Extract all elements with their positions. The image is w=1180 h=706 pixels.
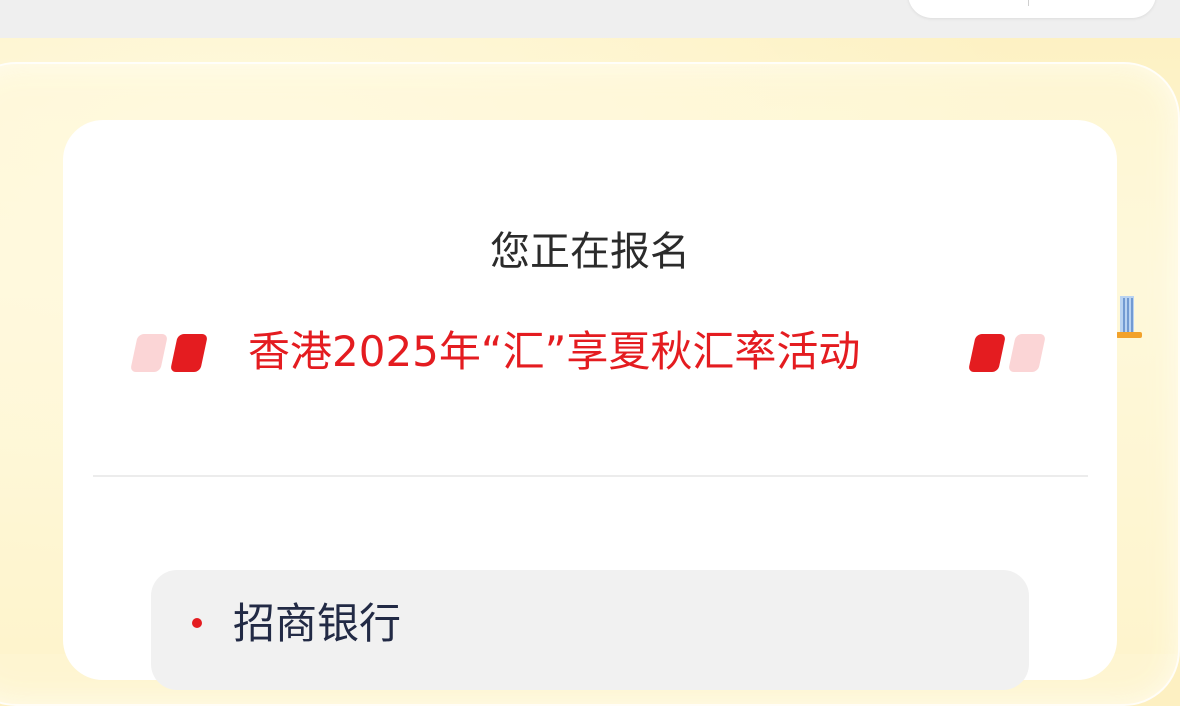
top-bar <box>0 0 1180 38</box>
event-title-row: 香港2025年“汇”享夏秋汇率活动 <box>0 322 1180 382</box>
right-light-stripe-icon <box>1007 334 1047 372</box>
event-title: 香港2025年“汇”享夏秋汇率活动 <box>248 327 861 376</box>
signup-subtitle: 您正在报名 <box>490 229 690 275</box>
section-divider <box>93 475 1088 477</box>
bank-name: 招商银行 <box>233 599 402 648</box>
right-red-stripe-icon <box>967 334 1007 372</box>
left-red-stripe-icon <box>169 334 209 372</box>
top-pill-divider <box>1028 0 1029 6</box>
top-action-pill[interactable] <box>908 0 1156 18</box>
left-light-stripe-icon <box>129 334 169 372</box>
bullet-dot-icon <box>192 618 202 628</box>
